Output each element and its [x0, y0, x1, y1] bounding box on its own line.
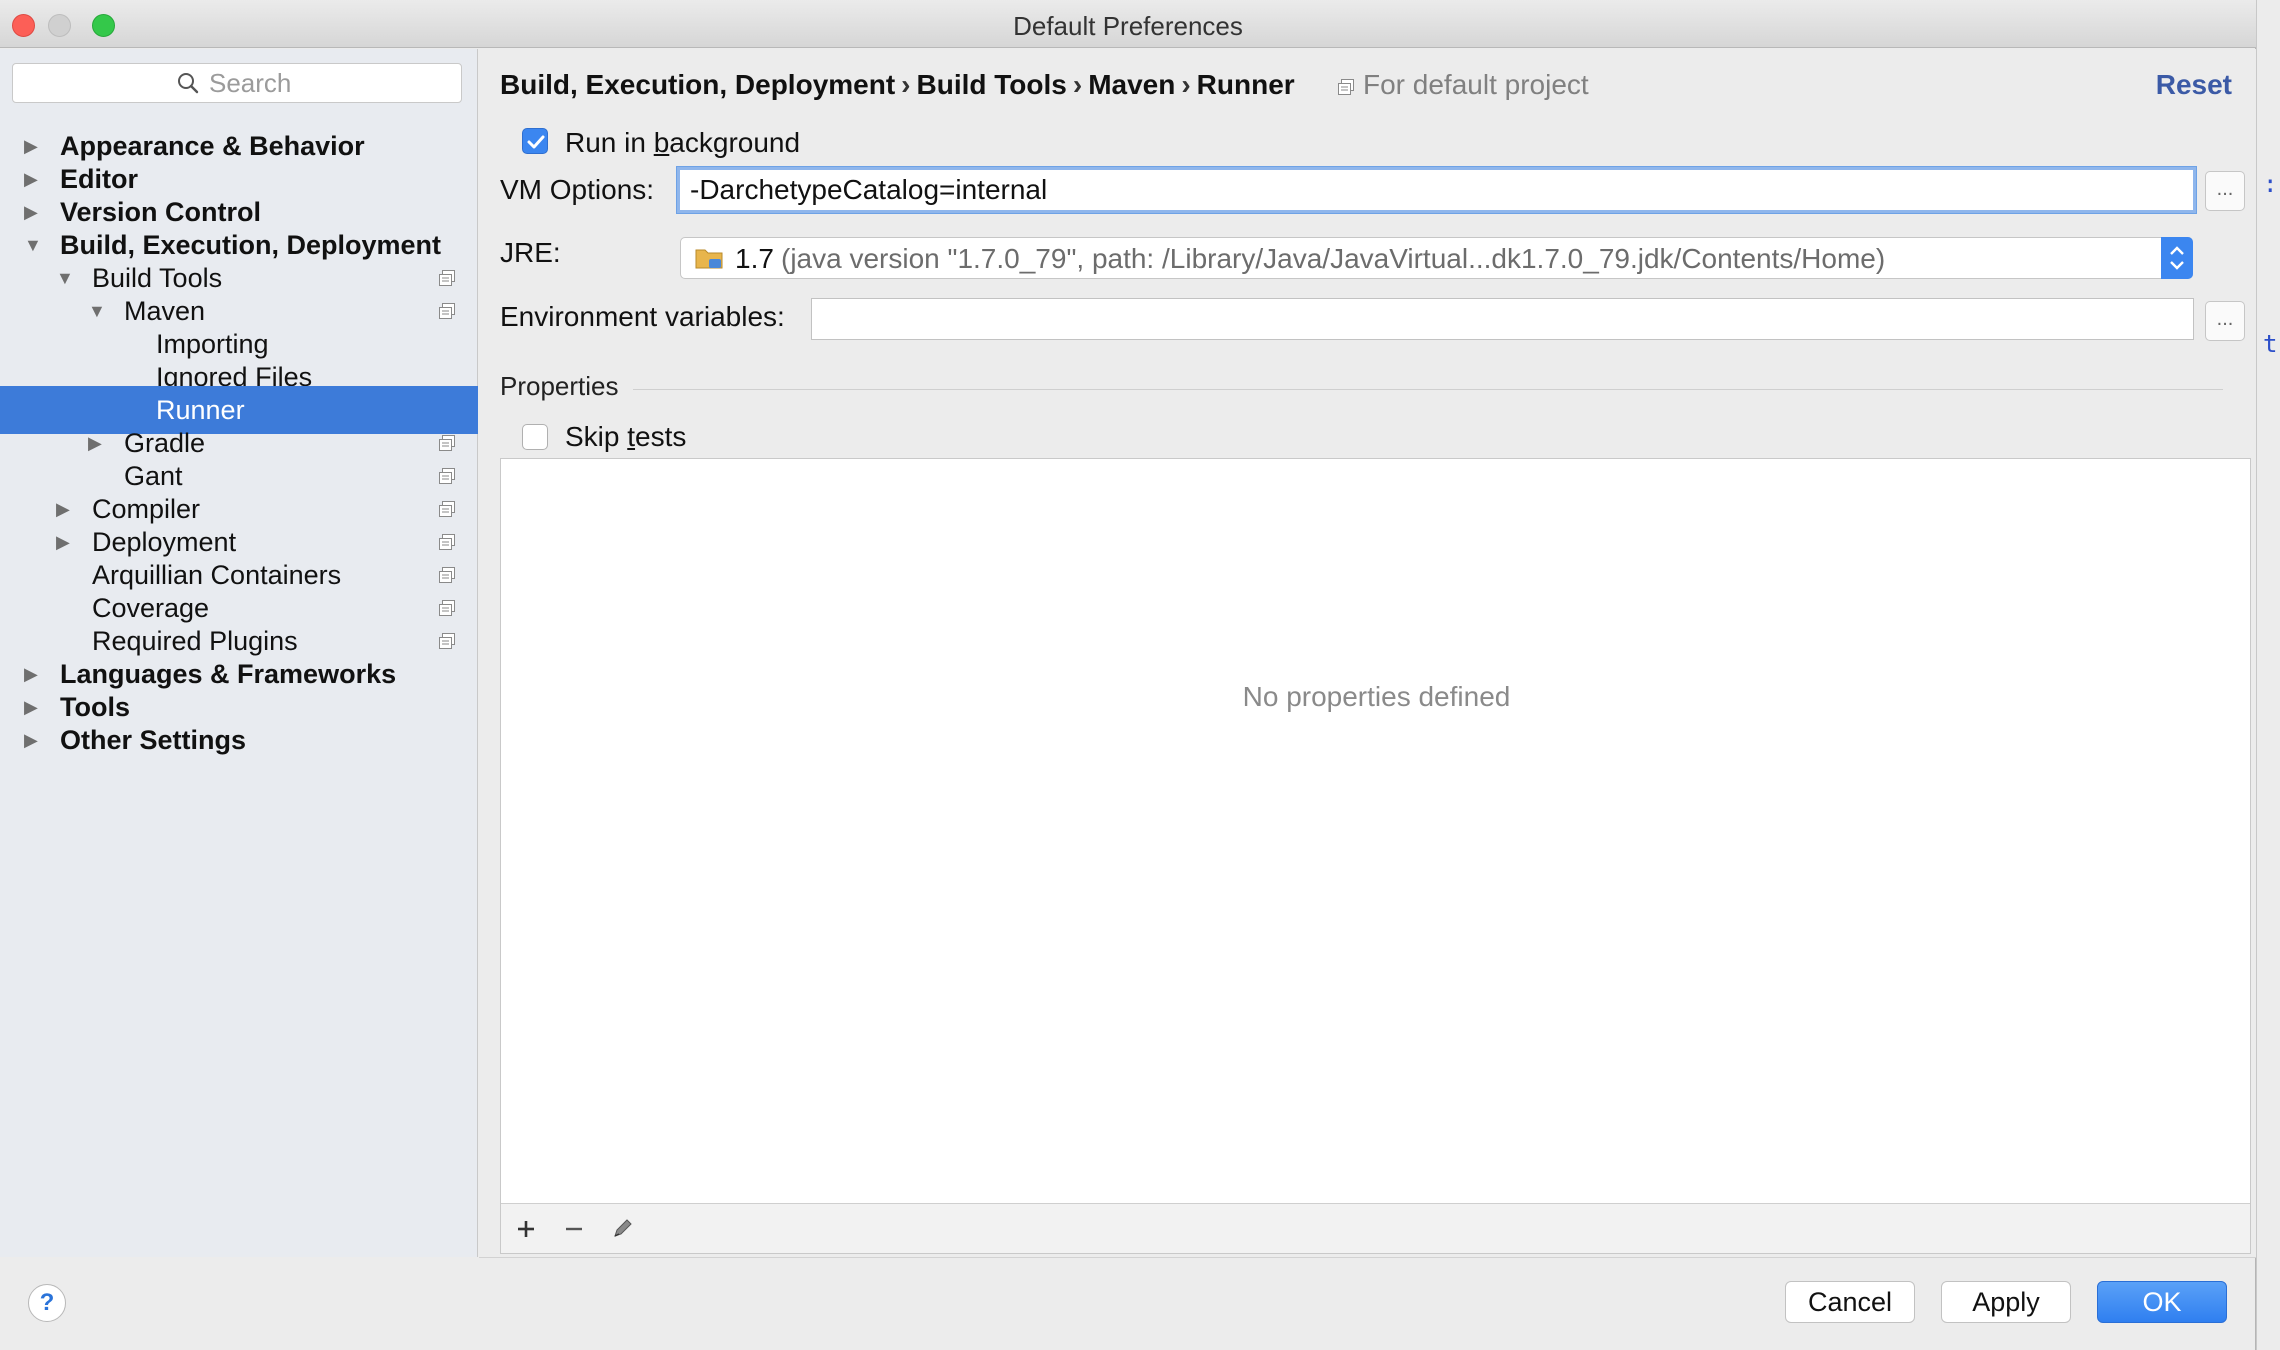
settings-sidebar: ▶ Appearance & Behavior ▶ Editor ▶ Versi… [0, 49, 478, 1257]
scope-indicator: For default project [1337, 69, 1589, 101]
project-settings-icon [439, 270, 455, 286]
project-settings-icon [439, 534, 455, 550]
preferences-window: Default Preferences ▶ Appearance & Behav… [0, 0, 2256, 1350]
cancel-button[interactable]: Cancel [1785, 1281, 1915, 1323]
project-settings-icon [439, 600, 455, 616]
breadcrumb-item: Runner [1196, 69, 1295, 100]
title-bar: Default Preferences [0, 0, 2256, 48]
env-vars-expand-button[interactable]: ... [2205, 301, 2245, 341]
vm-options-label: VM Options: [500, 174, 655, 205]
project-settings-icon [439, 303, 455, 319]
help-button[interactable]: ? [28, 1284, 66, 1322]
project-settings-icon [439, 468, 455, 484]
run-in-background-checkbox[interactable] [522, 128, 548, 154]
section-divider [633, 389, 2223, 390]
skip-tests-checkbox[interactable] [522, 424, 548, 450]
project-settings-icon [439, 567, 455, 583]
mnemonic-char: t [627, 421, 636, 452]
jre-path: (java version "1.7.0_79", path: /Library… [781, 243, 1886, 274]
bottom-divider [479, 1257, 2256, 1258]
add-icon[interactable] [511, 1214, 541, 1244]
properties-section-title: Properties [500, 371, 619, 401]
properties-table[interactable]: No properties defined [500, 458, 2251, 1254]
vm-options-input[interactable] [677, 167, 2196, 213]
run-in-background-label[interactable]: Run in background [565, 127, 800, 159]
sidebar-item-other-settings[interactable]: ▶ Other Settings [0, 716, 478, 764]
label-text: Skip [565, 421, 628, 452]
apply-button[interactable]: Apply [1941, 1281, 2071, 1323]
mnemonic-char: b [653, 127, 670, 158]
expand-arrow-icon[interactable]: ▶ [24, 716, 44, 764]
breadcrumb-separator: › [1072, 69, 1083, 100]
breadcrumb-separator: › [1181, 69, 1191, 100]
search-box[interactable] [12, 63, 462, 103]
jre-label: JRE: [500, 237, 561, 268]
breadcrumb-separator: › [901, 69, 911, 100]
dropdown-stepper-icon[interactable] [2161, 237, 2193, 279]
search-icon [178, 73, 199, 94]
scope-label: For default project [1363, 69, 1589, 100]
jre-version: 1.7 [735, 243, 774, 274]
reset-link[interactable]: Reset [2156, 69, 2232, 101]
breadcrumb-item: Build Tools [916, 69, 1067, 100]
edit-icon[interactable] [607, 1214, 637, 1244]
properties-toolbar [501, 1203, 2250, 1253]
project-settings-icon [439, 435, 455, 451]
sidebar-item-label: Other Settings [60, 725, 247, 755]
label-text: ests [635, 421, 687, 452]
env-vars-label: Environment variables: [500, 301, 785, 332]
ide-background-mark: : [2263, 170, 2278, 198]
breadcrumb-item: Build, Execution, Deployment [500, 69, 896, 100]
settings-content-panel: Build, Execution, Deployment › Build Tools… [479, 49, 2256, 1257]
remove-icon[interactable] [559, 1214, 589, 1244]
vm-options-expand-button[interactable]: ... [2205, 171, 2245, 211]
breadcrumb: Build, Execution, Deployment › Build Tools… [500, 69, 1295, 101]
jdk-folder-icon [695, 249, 723, 269]
project-settings-icon [439, 633, 455, 649]
window-title: Default Preferences [1013, 11, 1243, 41]
jre-select[interactable]: 1.7 (java version "1.7.0_79", path: /Lib… [680, 237, 2193, 279]
checkmark-icon [527, 135, 545, 149]
ide-background-edge: : t [2256, 0, 2280, 1350]
ok-button[interactable]: OK [2097, 1281, 2227, 1323]
label-text: ackground [669, 127, 801, 158]
breadcrumb-item: Maven [1088, 69, 1176, 100]
empty-state-text: No properties defined [1242, 681, 1511, 712]
env-vars-input[interactable] [811, 298, 2194, 340]
project-settings-icon [1338, 78, 1354, 95]
project-settings-icon [439, 501, 455, 517]
skip-tests-label[interactable]: Skip tests [565, 421, 686, 453]
ide-background-mark: t [2263, 330, 2278, 358]
label-text: Run in [565, 127, 654, 158]
search-input[interactable] [209, 68, 449, 98]
